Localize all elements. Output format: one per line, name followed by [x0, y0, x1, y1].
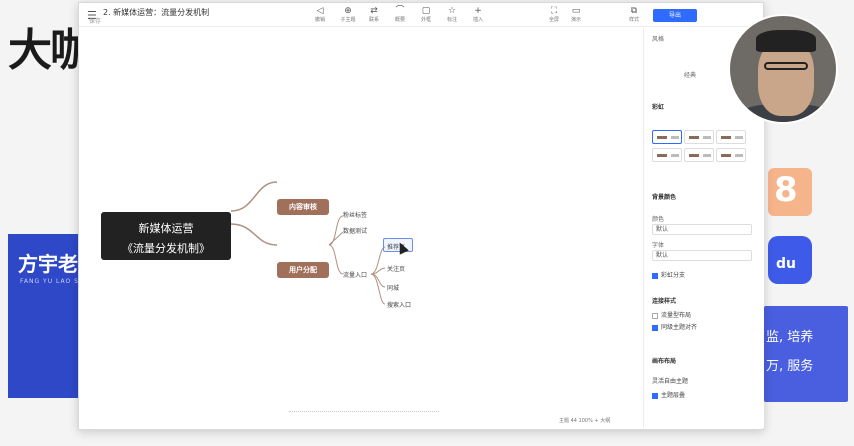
bg-color-label: 背景颜色 [652, 194, 677, 201]
root-topic[interactable]: 新媒体运营 《流量分发机制》 [101, 212, 231, 260]
tool-label: 标注 [446, 17, 457, 23]
tool-label: 插入 [472, 17, 483, 23]
font-select[interactable]: 默认 [652, 250, 752, 261]
panel-style-label: 风格 [652, 36, 665, 43]
color-label: 颜色 [652, 216, 665, 223]
rainbow-branch-toggle[interactable]: 彩虹分支 [652, 270, 685, 279]
document-title: 2. 新媒体运营：流量分发机制 [103, 8, 210, 17]
branch-topic-user-allocation[interactable]: 用户分配 [277, 262, 329, 278]
checkbox[interactable] [652, 392, 658, 399]
option-label: 灵活自由主题 [652, 378, 689, 385]
titlebar: ☰ 2. 新媒体运营：流量分发机制 保存 ◁ 撤销 ⊕ 子主题 ⇄ 联系 ⌒ 概要 ▢ 外… [79, 3, 765, 27]
connector-style-label: 连接样式 [652, 298, 677, 305]
layout-option[interactable]: 主题层叠 [652, 390, 685, 399]
marker-button[interactable]: ☆ 标注 [439, 6, 465, 24]
checkbox-label: 主题层叠 [661, 392, 686, 399]
subtopic-icon: ⊕ [344, 6, 352, 16]
connector-option[interactable]: 同级主题对齐 [652, 322, 697, 331]
relation-icon: ⇄ [370, 6, 378, 16]
subtopic-button[interactable]: ⊕ 子主题 [335, 6, 361, 24]
slide-right-line: 万, 服务 [766, 359, 814, 374]
slide-right-card: 监, 培养 万, 服务 [764, 306, 848, 402]
checkbox-label: 彩虹分支 [661, 272, 686, 279]
save-status: 保存 [89, 18, 102, 25]
branch-topic-content-review[interactable]: 内容审核 [277, 199, 329, 215]
panel-theme-section: 彩虹 [652, 104, 665, 111]
slide-presenter-name: 方宇老 [18, 252, 78, 276]
theme-option[interactable] [716, 130, 746, 144]
summary-icon: ⌒ [395, 6, 405, 16]
tool-label: 联系 [368, 17, 379, 23]
checkbox-label: 流量型布局 [661, 312, 692, 319]
status-bar: 主题 44 100% + 大纲 [559, 418, 611, 424]
theme-option[interactable] [716, 148, 746, 162]
leaf-topic[interactable]: 粉丝标签 [343, 210, 367, 219]
mindmap-canvas[interactable]: 新媒体运营 《流量分发机制》 内容审核 用户分配 粉丝标签 数据测试 流量入口 … [79, 28, 639, 428]
webcam-hair [756, 30, 816, 52]
boundary-button[interactable]: ▢ 外框 [413, 6, 439, 24]
theme-option[interactable] [652, 148, 682, 162]
tool-label: 样式 [628, 17, 639, 23]
leaf-topic[interactable]: 同城 [387, 283, 399, 292]
star-icon: ☆ [447, 6, 457, 16]
undo-button[interactable]: ◁ 撤销 [307, 6, 333, 24]
insert-button[interactable]: + 插入 [465, 6, 491, 24]
root-topic-line2: 《流量分发机制》 [122, 242, 210, 255]
baidu-icon-glyph: du [776, 256, 796, 272]
font-label: 字体 [652, 242, 665, 249]
boundary-icon: ▢ [421, 6, 431, 16]
tool-label: 撤销 [314, 17, 325, 23]
theme-option[interactable] [684, 130, 714, 144]
theme-grid [652, 128, 756, 164]
baidu-icon: du [768, 236, 812, 284]
slide-app-icon-top: 8 [768, 168, 812, 216]
checkbox[interactable] [652, 312, 658, 319]
webcam-glasses [764, 62, 808, 70]
tool-label: 演示 [570, 17, 581, 23]
color-select[interactable]: 默认 [652, 224, 752, 235]
theme-option[interactable] [652, 130, 682, 144]
leaf-topic[interactable]: 关注页 [387, 264, 405, 273]
screen: 大咖 方宇老 FANG YU LAO SHI 8 du 监, 培养 万, 服务 … [0, 0, 854, 446]
summary-button[interactable]: ⌒ 概要 [387, 6, 413, 24]
plus-icon: + [474, 6, 482, 16]
tool-label: 子主题 [340, 17, 356, 23]
style-button[interactable]: ⧉ 样式 [621, 6, 647, 24]
webcam-overlay [728, 14, 838, 124]
relation-button[interactable]: ⇄ 联系 [361, 6, 387, 24]
tool-label: 外框 [420, 17, 431, 23]
style-icon: ⧉ [630, 6, 638, 16]
checkbox-label: 同级主题对齐 [661, 324, 698, 331]
panel-theme-name: 经典 [684, 72, 697, 79]
canvas-layout-label: 画布布局 [652, 358, 677, 365]
layout-option[interactable]: 灵活自由主题 [652, 376, 688, 385]
export-button[interactable]: 导出 [653, 9, 697, 22]
present-button[interactable]: ▭ 演示 [563, 6, 589, 24]
tool-label: 概要 [394, 17, 405, 23]
present-icon: ▭ [571, 6, 581, 16]
theme-option[interactable] [684, 148, 714, 162]
undo-icon: ◁ [316, 6, 324, 16]
connector-option[interactable]: 流量型布局 [652, 310, 691, 319]
slide-right-line: 监, 培养 [766, 330, 814, 345]
checkbox[interactable] [652, 272, 658, 279]
leaf-topic[interactable]: 数据测试 [343, 226, 367, 235]
leaf-topic[interactable]: 流量入口 [343, 270, 367, 279]
leaf-topic[interactable]: 搜索入口 [387, 300, 411, 309]
app-icon-glyph: 8 [774, 170, 798, 210]
root-topic-line1: 新媒体运营 [138, 222, 194, 235]
horizontal-scroll-indicator[interactable] [289, 411, 439, 414]
mindmap-app-window: ☰ 2. 新媒体运营：流量分发机制 保存 ◁ 撤销 ⊕ 子主题 ⇄ 联系 ⌒ 概要 ▢ 外… [78, 2, 765, 430]
checkbox[interactable] [652, 324, 658, 331]
slide-blue-card: 方宇老 FANG YU LAO SHI [8, 234, 88, 398]
